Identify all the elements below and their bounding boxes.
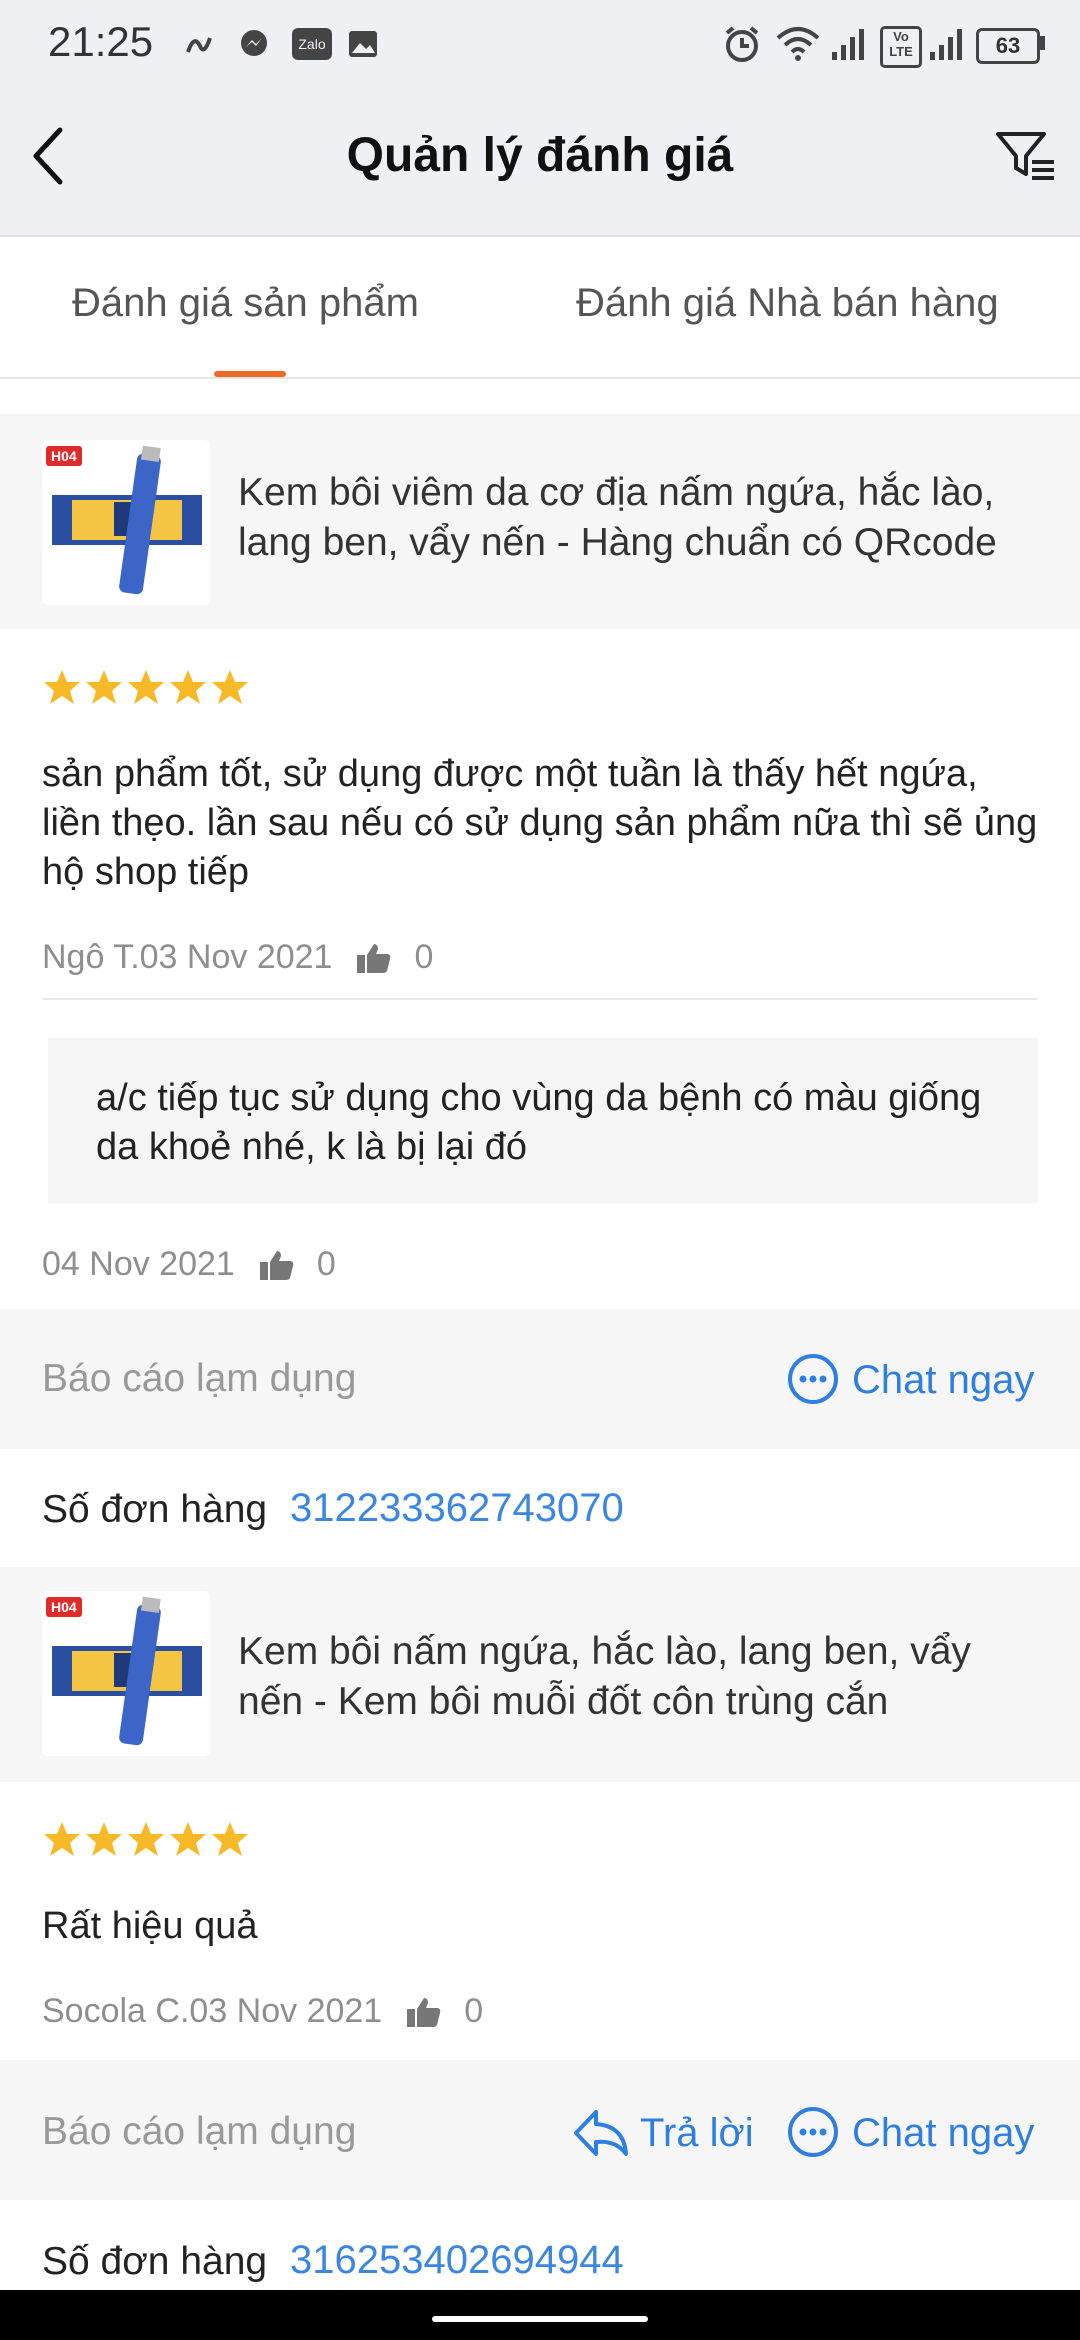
app-header: Quản lý đánh giá	[0, 90, 1080, 237]
product-name: Kem bôi nấm ngứa, hắc lào, lang ben, vẩy…	[238, 1630, 971, 1723]
product-badge: H04	[46, 1597, 82, 1617]
active-tab-indicator	[214, 371, 286, 377]
tab-product-reviews[interactable]: Đánh giá sản phẩm	[72, 281, 419, 326]
review-text: sản phẩm tốt, sử dụng được một tuần là t…	[42, 753, 1038, 893]
seller-reply-text: a/c tiếp tục sử dụng cho vùng da bệnh có…	[96, 1077, 982, 1168]
review-tabs: Đánh giá sản phẩm Đánh giá Nhà bán hàng	[0, 237, 1080, 379]
order-number-link[interactable]: 312233362743070	[290, 1486, 624, 1531]
report-abuse-button[interactable]: Báo cáo lạm dụng	[42, 1357, 356, 1401]
thumbs-up-icon[interactable]	[259, 1249, 295, 1281]
product-thumbnail: H04	[42, 440, 210, 605]
alarm-icon	[725, 26, 759, 62]
cell-signal-icon-2	[930, 29, 962, 60]
reply-button[interactable]: Trả lời	[572, 2106, 754, 2160]
star-icons	[44, 1822, 248, 1856]
review-author-date: Socola C.03 Nov 2021	[42, 1992, 383, 2030]
review-author-date: Ngô T.03 Nov 2021	[42, 938, 333, 976]
chat-now-label: Chat ngay	[852, 1357, 1035, 1402]
order-number-label: Số đơn hàng	[42, 2240, 268, 2283]
review-action-bar: Báo cáo lạm dụng Trả lời Chat ngay	[0, 2060, 1080, 2200]
thumbs-up-icon[interactable]	[356, 942, 392, 974]
divider	[42, 998, 1038, 1000]
star-icons	[44, 670, 248, 704]
page-title: Quản lý đánh giá	[346, 129, 734, 182]
battery-level: 63	[995, 33, 1021, 58]
messenger-icon	[241, 30, 267, 56]
like-count: 0	[414, 938, 434, 976]
thumbs-up-icon[interactable]	[406, 1996, 442, 2028]
review-text: Rất hiệu quả	[42, 1905, 258, 1947]
chat-bubble-icon	[788, 2107, 838, 2157]
product-card[interactable]: H04 Kem bôi nấm ngứa, hắc lào, lang ben,…	[0, 1567, 1080, 1782]
review-meta: Socola C.03 Nov 2021 0	[42, 1992, 483, 2031]
product-badge: H04	[46, 446, 82, 466]
zalo-icon: Zalo	[292, 28, 332, 60]
seller-reply: a/c tiếp tục sử dụng cho vùng da bệnh có…	[48, 1038, 1038, 1203]
tab-seller-reviews[interactable]: Đánh giá Nhà bán hàng	[576, 281, 999, 326]
reply-arrow-icon	[574, 2110, 628, 2156]
system-nav-bar	[0, 2290, 1080, 2340]
reply-label: Trả lời	[640, 2110, 754, 2155]
order-number-link[interactable]: 316253402694944	[290, 2238, 624, 2283]
filter-icon[interactable]	[994, 128, 1058, 184]
reply-meta: 04 Nov 2021 0	[42, 1245, 336, 1284]
gallery-icon	[349, 31, 377, 57]
wifi-icon	[776, 27, 820, 61]
product-name: Kem bôi viêm da cơ địa nấm ngứa, hắc lào…	[238, 471, 997, 564]
reply-date: 04 Nov 2021	[42, 1245, 235, 1283]
product-card[interactable]: H04 Kem bôi viêm da cơ địa nấm ngứa, hắc…	[0, 414, 1080, 629]
reply-like-count: 0	[316, 1245, 336, 1283]
signal-app-icon	[186, 37, 212, 53]
chat-now-button[interactable]: Chat ngay	[786, 1353, 1034, 1407]
chat-now-button[interactable]: Chat ngay	[786, 2106, 1034, 2160]
cell-signal-icon	[832, 29, 864, 60]
chat-now-label: Chat ngay	[852, 2110, 1035, 2155]
status-bar: 21:25 Zalo Vo LTE 63	[0, 0, 1080, 90]
battery-icon: 63	[976, 28, 1040, 64]
product-thumbnail: H04	[42, 1591, 210, 1756]
report-abuse-button[interactable]: Báo cáo lạm dụng	[42, 2110, 356, 2154]
rating-stars	[42, 668, 252, 715]
chat-bubble-icon	[788, 1354, 838, 1404]
home-gesture-handle[interactable]	[432, 2316, 648, 2322]
review-action-bar: Báo cáo lạm dụng Chat ngay	[0, 1309, 1080, 1449]
status-time: 21:25	[48, 18, 154, 65]
like-count: 0	[464, 1992, 484, 2030]
battery-tip	[1040, 36, 1045, 50]
volte-icon: Vo LTE	[880, 26, 922, 68]
review-meta: Ngô T.03 Nov 2021 0	[42, 938, 433, 977]
rating-stars	[42, 1820, 252, 1867]
order-number-label: Số đơn hàng	[42, 1488, 268, 1531]
